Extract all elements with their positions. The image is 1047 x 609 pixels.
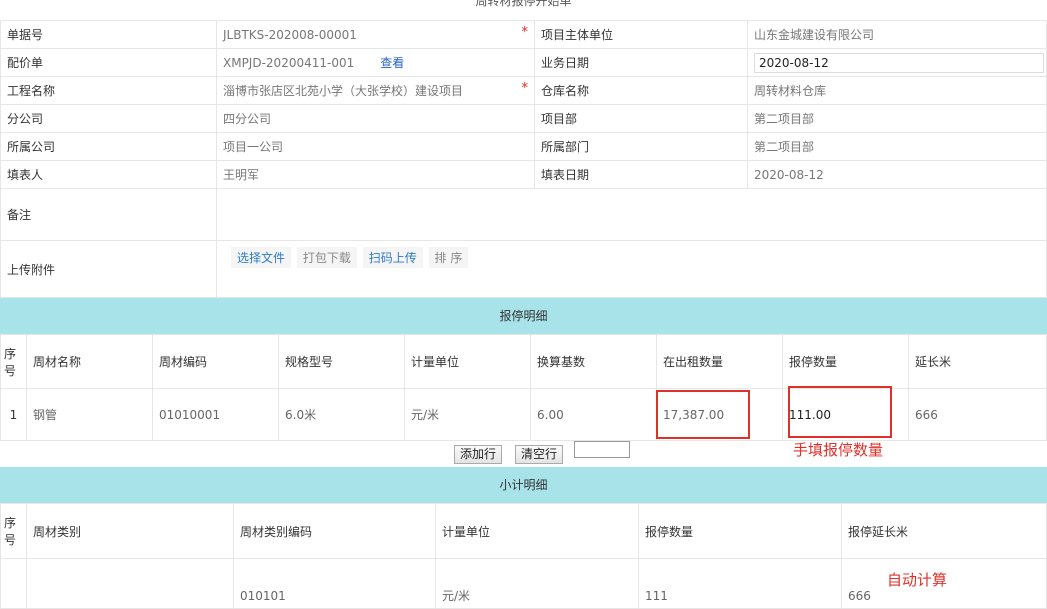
cell-code: 01010001 — [152, 388, 279, 441]
table-header-row: 序号 周材名称 周材编码 规格型号 计量单位 换算基数 在出租数量 报停数量 延… — [0, 334, 1047, 389]
cell-unit: 元/米 — [435, 558, 639, 609]
column-header: 序号 — [0, 503, 27, 559]
column-header: 周材名称 — [26, 334, 153, 389]
field-label: 项目主体单位 — [534, 20, 748, 49]
upload-label: 上传附件 — [0, 240, 217, 298]
column-header: 报停数量 — [782, 334, 909, 389]
form-row: 单据号 JLBTKS-202008-00001 * 项目主体单位 山东金城建设有限… — [0, 20, 1047, 49]
column-header: 计量单位 — [435, 503, 639, 559]
field-label: 配价单 — [0, 48, 217, 77]
column-header: 周材类别编码 — [233, 503, 436, 559]
pack-download-button[interactable]: 打包下载 — [296, 247, 357, 268]
cell-category — [26, 558, 234, 609]
field-label: 填表人 — [0, 160, 217, 189]
cell-length: 666 — [908, 388, 1047, 441]
project-unit-value: 山东金城建设有限公司 — [747, 20, 1047, 49]
column-header: 报停数量 — [638, 503, 842, 559]
sort-button[interactable]: 排 序 — [428, 247, 469, 268]
row-count-input[interactable] — [574, 441, 630, 458]
scan-upload-button[interactable]: 扫码上传 — [362, 247, 423, 268]
column-header: 周材类别 — [26, 503, 234, 559]
cell-spec: 6.0米 — [278, 388, 405, 441]
required-mark: * — [521, 25, 529, 40]
field-label: 业务日期 — [534, 48, 748, 77]
field-label: 所属公司 — [0, 132, 217, 161]
renting-qty-highlight — [656, 390, 750, 439]
detail-section-title: 报停明细 — [0, 298, 1047, 334]
field-label: 仓库名称 — [534, 76, 748, 105]
project-name-value: 淄博市张店区北苑小学（大张学校）建设项目 * — [216, 76, 535, 105]
add-row-button[interactable]: 添加行 — [454, 445, 503, 464]
page-title: 周转材报停开始单 — [0, 0, 1047, 21]
cell-name: 钢管 — [26, 388, 153, 441]
cell-base: 6.00 — [530, 388, 657, 441]
required-mark: * — [521, 81, 529, 96]
clear-row-button[interactable]: 清空行 — [515, 445, 564, 464]
filler-value: 王明军 — [216, 160, 535, 189]
company-value: 项目一公司 — [216, 132, 535, 161]
cell-unit: 元/米 — [404, 388, 531, 441]
field-label: 工程名称 — [0, 76, 217, 105]
upload-toolbar: 选择文件 打包下载 扫码上传 排 序 — [216, 240, 1047, 298]
price-doc-value: XMPJD-20200411-001 查看 — [216, 48, 535, 77]
upload-row: 上传附件 选择文件 打包下载 扫码上传 排 序 — [0, 240, 1047, 298]
stop-qty-highlight — [788, 386, 892, 438]
column-header: 计量单位 — [404, 334, 531, 389]
form-row: 分公司 四分公司 项目部 第二项目部 — [0, 104, 1047, 133]
column-header: 规格型号 — [278, 334, 405, 389]
field-label: 分公司 — [0, 104, 217, 133]
form-row: 配价单 XMPJD-20200411-001 查看 业务日期 2020-08-12 — [0, 48, 1047, 77]
cell-stop-qty: 111 — [638, 558, 842, 609]
department-value: 第二项目部 — [747, 132, 1047, 161]
subtotal-table: 序号 周材类别 周材类别编码 计量单位 报停数量 报停延长米 010101 元/… — [0, 503, 1047, 609]
warehouse-value: 周转材料仓库 — [747, 76, 1047, 105]
form-row: 工程名称 淄博市张店区北苑小学（大张学校）建设项目 * 仓库名称 周转材料仓库 — [0, 76, 1047, 105]
form-row: 所属公司 项目一公司 所属部门 第二项目部 — [0, 132, 1047, 161]
business-date-cell: 2020-08-12 — [747, 48, 1047, 77]
subtotal-section-title: 小计明细 — [0, 467, 1047, 503]
project-dept-value: 第二项目部 — [747, 104, 1047, 133]
remark-label: 备注 — [0, 188, 217, 241]
branch-value: 四分公司 — [216, 104, 535, 133]
column-header: 周材编码 — [152, 334, 279, 389]
form-row: 填表人 王明军 填表日期 2020-08-12 — [0, 160, 1047, 189]
field-label: 填表日期 — [534, 160, 748, 189]
column-header: 换算基数 — [530, 334, 657, 389]
cell-index — [0, 558, 27, 609]
field-label: 单据号 — [0, 20, 217, 49]
header-form: 单据号 JLBTKS-202008-00001 * 项目主体单位 山东金城建设有限… — [0, 20, 1047, 298]
cell-index: 1 — [0, 388, 27, 441]
select-file-button[interactable]: 选择文件 — [231, 247, 292, 268]
fill-date-value: 2020-08-12 — [747, 160, 1047, 189]
field-label: 项目部 — [534, 104, 748, 133]
remark-input[interactable] — [216, 188, 1047, 241]
table-header-row: 序号 周材类别 周材类别编码 计量单位 报停数量 报停延长米 — [0, 503, 1047, 559]
fill-annotation: 手填报停数量 — [793, 441, 884, 459]
remark-row: 备注 — [0, 188, 1047, 241]
field-label: 所属部门 — [534, 132, 748, 161]
cell-category-code: 010101 — [233, 558, 436, 609]
column-header: 报停延长米 — [841, 503, 1047, 559]
auto-calc-annotation: 自动计算 — [887, 571, 948, 589]
view-link[interactable]: 查看 — [380, 56, 404, 70]
column-header: 在出租数量 — [656, 334, 783, 389]
column-header: 延长米 — [908, 334, 1047, 389]
business-date-input[interactable]: 2020-08-12 — [754, 52, 1044, 73]
column-header: 序号 — [0, 334, 27, 389]
document-number-value: JLBTKS-202008-00001 * — [216, 20, 535, 49]
